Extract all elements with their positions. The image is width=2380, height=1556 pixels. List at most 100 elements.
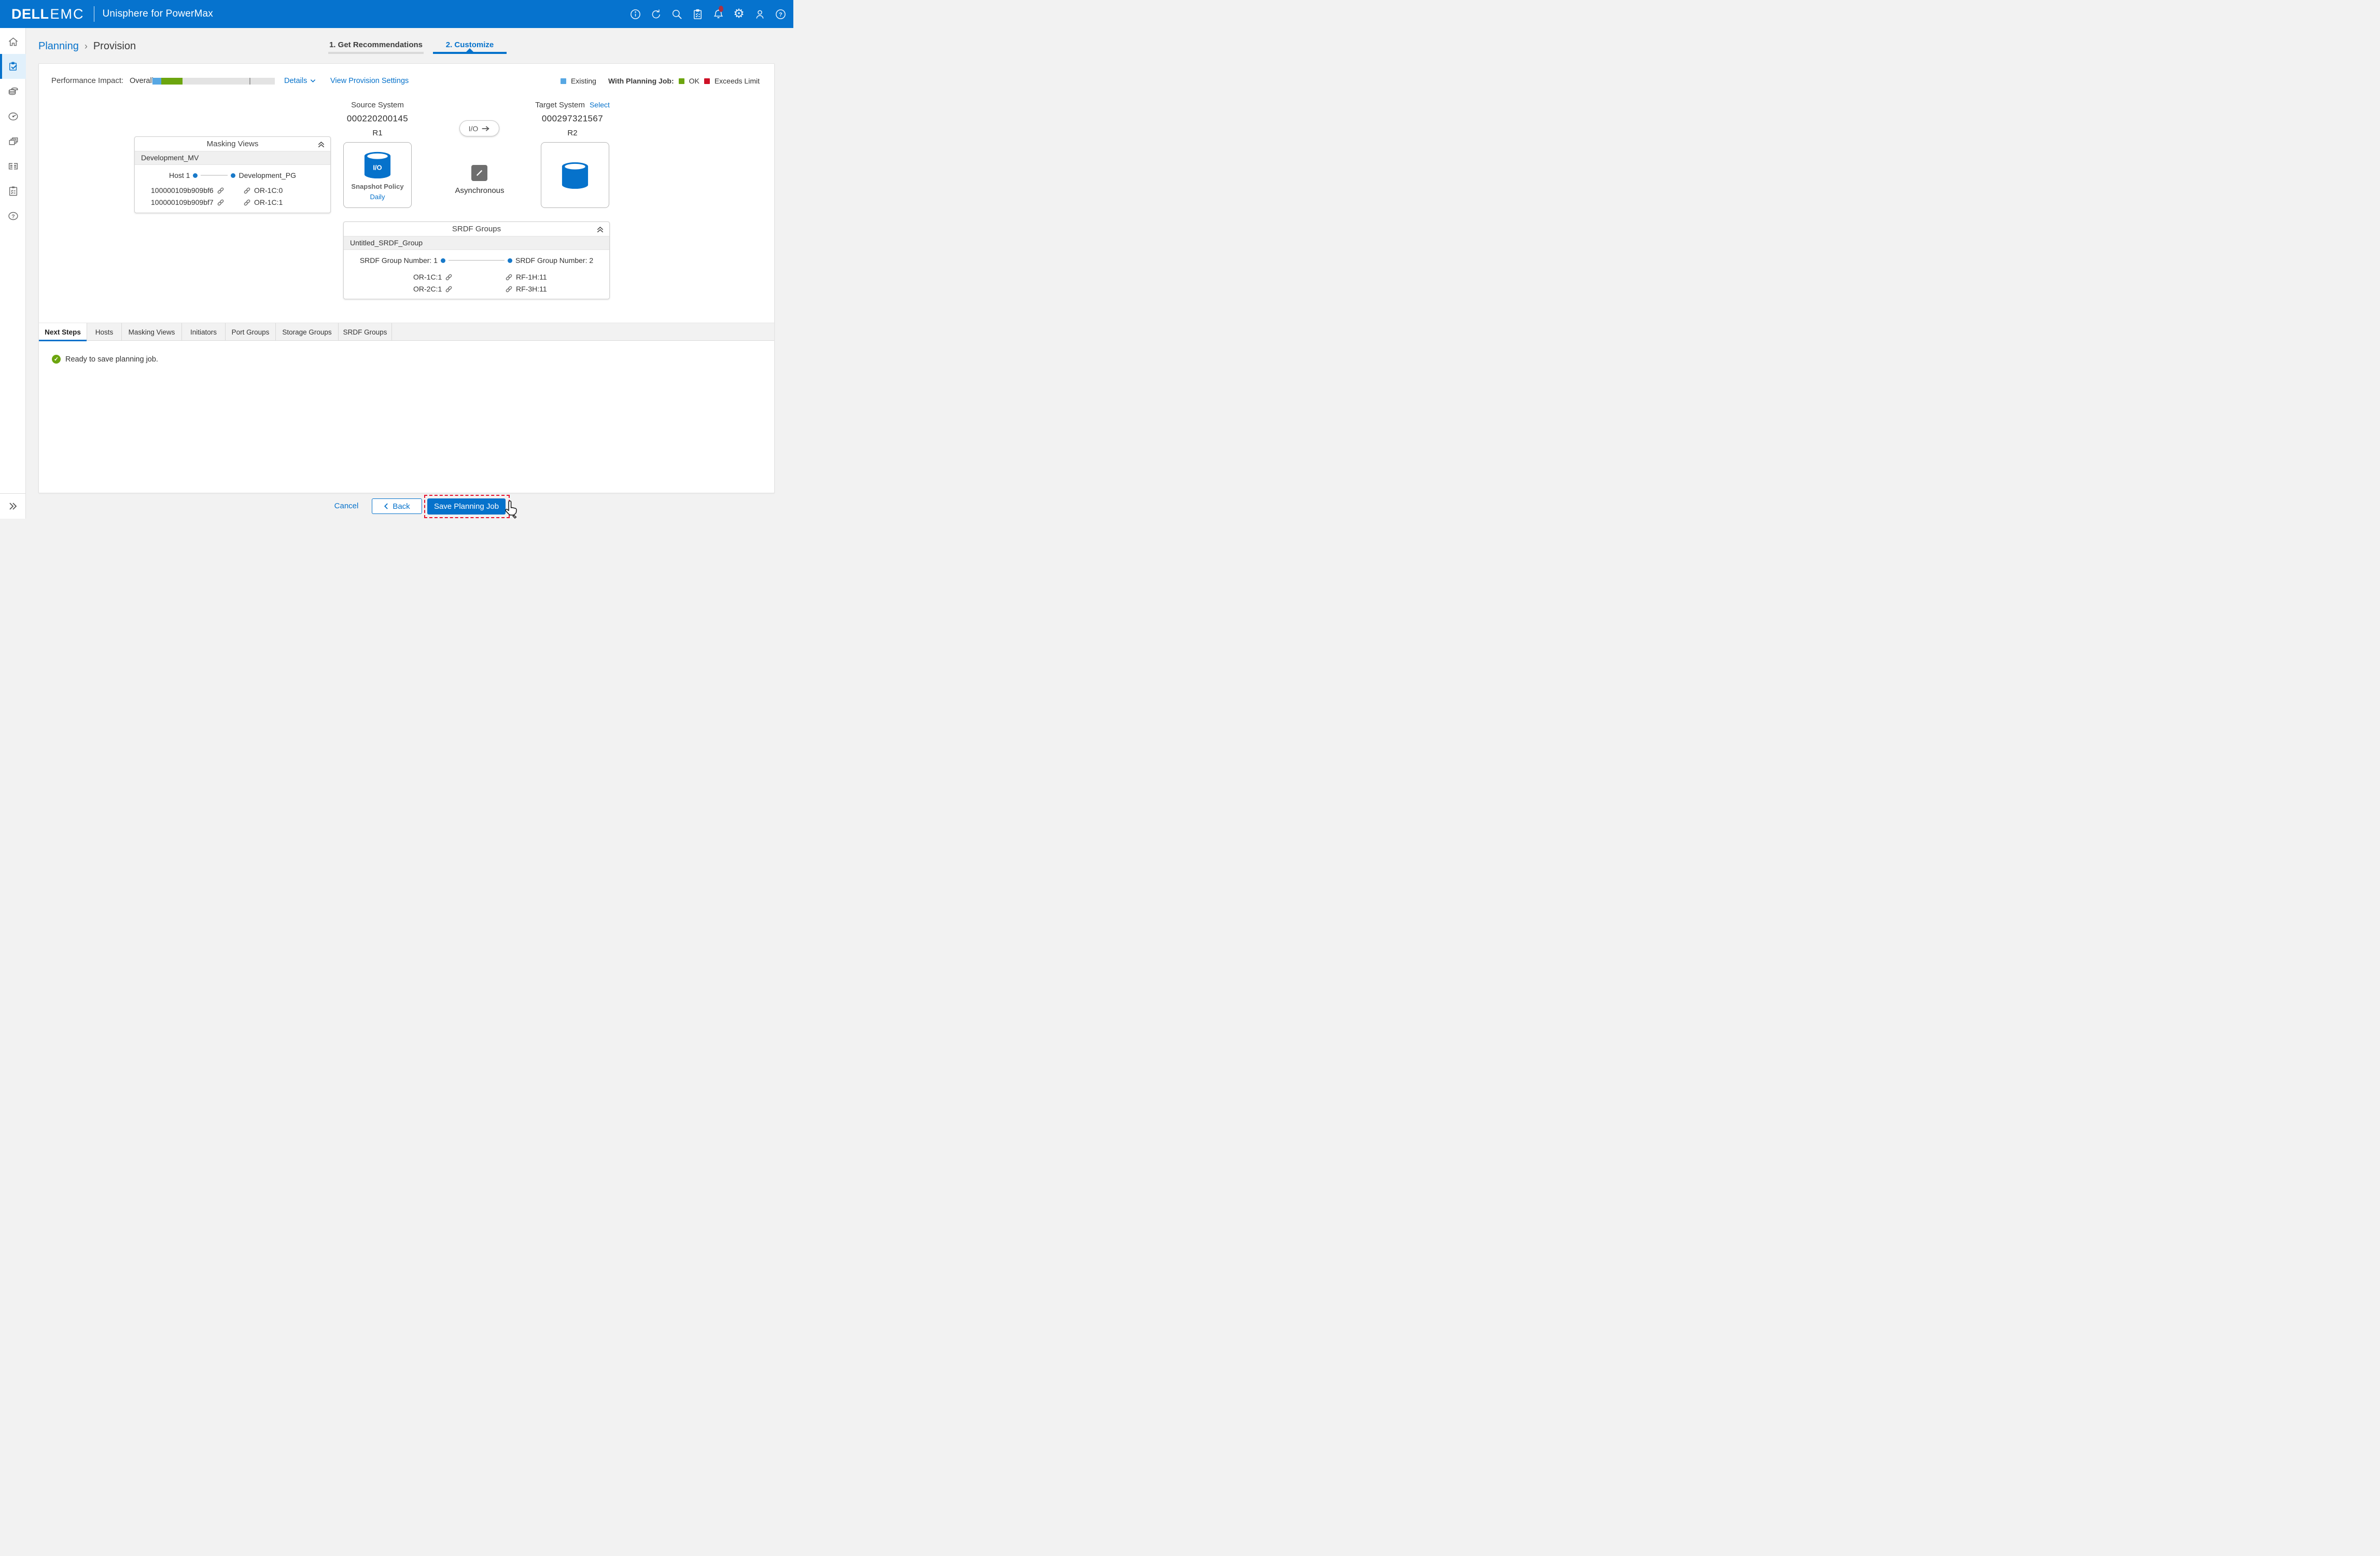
tab-inactive-underline bbox=[328, 52, 424, 54]
link-icon[interactable] bbox=[445, 273, 453, 281]
page-title: Provision bbox=[93, 40, 136, 52]
tab-initiators[interactable]: Initiators bbox=[182, 323, 226, 341]
search-icon[interactable] bbox=[670, 7, 683, 21]
sidebar-item-support[interactable]: ? bbox=[0, 203, 26, 228]
refresh-icon[interactable] bbox=[649, 7, 663, 21]
left-nav-sidebar: ? bbox=[0, 28, 26, 519]
port-group-label: Development_PG bbox=[239, 171, 296, 179]
target-system-header: Target System Select bbox=[507, 101, 638, 109]
status-message: Ready to save planning job. bbox=[65, 355, 158, 364]
srdf-port-row: OR-2C:1 bbox=[413, 285, 453, 293]
save-planning-job-button[interactable]: Save Planning Job bbox=[427, 498, 506, 515]
io-label: I/O bbox=[469, 124, 479, 133]
link-icon[interactable] bbox=[243, 187, 251, 195]
arrow-right-icon bbox=[481, 125, 490, 132]
link-icon[interactable] bbox=[505, 285, 513, 293]
back-button[interactable]: Back bbox=[372, 498, 422, 514]
snapshot-policy-daily-link[interactable]: Daily bbox=[370, 193, 385, 201]
sidebar-item-system[interactable] bbox=[0, 154, 26, 178]
help-icon[interactable]: ? bbox=[774, 7, 787, 21]
bar-existing-segment bbox=[152, 78, 161, 85]
source-system-card[interactable]: I/O Snapshot Policy Daily bbox=[343, 142, 412, 208]
link-icon[interactable] bbox=[217, 187, 225, 195]
legend-existing-label: Existing bbox=[571, 77, 596, 85]
tab-get-recommendations-label: 1. Get Recommendations bbox=[329, 40, 423, 49]
legend-with-planning-job-label: With Planning Job: bbox=[608, 77, 674, 85]
sidebar-item-storage[interactable] bbox=[0, 79, 26, 104]
srdf-groups-header: SRDF Groups bbox=[344, 222, 609, 236]
connector-dot-icon bbox=[441, 258, 445, 263]
srdf-group-row[interactable]: Untitled_SRDF_Group bbox=[344, 236, 609, 250]
link-icon[interactable] bbox=[217, 199, 225, 206]
tab-customize[interactable]: 2. Customize bbox=[433, 40, 507, 54]
impact-legend: Existing With Planning Job: OK Exceeds L… bbox=[561, 77, 760, 85]
sidebar-item-performance[interactable] bbox=[0, 104, 26, 129]
sidebar-item-home[interactable] bbox=[0, 29, 26, 54]
snapshot-policy-label: Snapshot Policy bbox=[351, 183, 403, 190]
detail-tab-bar: Next Steps Hosts Masking Views Initiator… bbox=[39, 323, 774, 341]
performance-impact-bar bbox=[152, 78, 275, 85]
app-header: DELL EMC Unisphere for PowerMax ⚙ ? bbox=[0, 0, 793, 28]
collapse-chevrons-icon[interactable] bbox=[595, 224, 605, 234]
io-direction-button[interactable]: I/O bbox=[459, 120, 499, 136]
target-system-title: Target System bbox=[535, 101, 585, 109]
tab-get-recommendations[interactable]: 1. Get Recommendations bbox=[328, 40, 424, 54]
target-select-link[interactable]: Select bbox=[590, 101, 610, 109]
dell-logo-text: DELL bbox=[11, 6, 49, 22]
emc-logo-text: EMC bbox=[50, 6, 85, 22]
svg-text:?: ? bbox=[779, 11, 782, 18]
masking-views-panel: Masking Views Development_MV Host 1 Deve… bbox=[134, 136, 331, 213]
srdf-local-port: OR-1C:1 bbox=[413, 273, 442, 281]
target-system-id: 000297321567 bbox=[507, 114, 638, 124]
user-icon[interactable] bbox=[753, 7, 766, 21]
tab-label: Initiators bbox=[190, 328, 217, 336]
edit-mode-icon[interactable] bbox=[471, 165, 487, 181]
cancel-button[interactable]: Cancel bbox=[326, 502, 367, 510]
replication-mode-label: Asynchronous bbox=[438, 186, 521, 195]
sidebar-expand-icon[interactable] bbox=[0, 493, 25, 519]
tab-next-steps[interactable]: Next Steps bbox=[39, 323, 87, 341]
sidebar-item-replication[interactable] bbox=[0, 129, 26, 154]
srdf-port-row: RF-1H:11 bbox=[505, 273, 547, 281]
provision-customize-panel: Performance Impact: Overall Details View… bbox=[38, 63, 775, 493]
port-row: OR-1C:1 bbox=[243, 198, 283, 206]
bar-limit-marker bbox=[249, 78, 250, 85]
connector-dot-icon bbox=[508, 258, 512, 263]
srdf-group-1-label: SRDF Group Number: 1 bbox=[360, 256, 438, 265]
tab-active-notch bbox=[466, 48, 473, 52]
sidebar-item-jobs[interactable] bbox=[0, 178, 26, 203]
collapse-chevrons-icon[interactable] bbox=[316, 139, 326, 149]
app-title: Unisphere for PowerMax bbox=[103, 8, 213, 20]
source-volume-cylinder-icon: I/O bbox=[362, 151, 393, 179]
breadcrumb-planning-link[interactable]: Planning bbox=[38, 40, 79, 52]
tab-hosts[interactable]: Hosts bbox=[87, 323, 122, 341]
srdf-groups-panel: SRDF Groups Untitled_SRDF_Group SRDF Gro… bbox=[343, 221, 610, 299]
target-system-card[interactable] bbox=[541, 142, 609, 208]
info-icon[interactable] bbox=[628, 7, 642, 21]
tab-masking-views[interactable]: Masking Views bbox=[122, 323, 182, 341]
tab-srdf-groups[interactable]: SRDF Groups bbox=[339, 323, 392, 341]
details-toggle[interactable]: Details bbox=[284, 77, 316, 85]
legend-existing-swatch bbox=[561, 78, 566, 84]
link-icon[interactable] bbox=[243, 199, 251, 206]
link-icon[interactable] bbox=[505, 273, 513, 281]
srdf-groups-title: SRDF Groups bbox=[452, 225, 501, 233]
tab-storage-groups[interactable]: Storage Groups bbox=[276, 323, 339, 341]
connector-line bbox=[201, 175, 228, 176]
tab-label: Storage Groups bbox=[282, 328, 331, 336]
header-actions: ⚙ ? bbox=[628, 0, 787, 28]
success-check-icon: ✓ bbox=[52, 355, 61, 364]
masking-view-group-row[interactable]: Development_MV bbox=[135, 151, 330, 165]
back-button-label: Back bbox=[393, 502, 410, 511]
sidebar-item-planning[interactable] bbox=[0, 54, 26, 79]
host-label: Host 1 bbox=[169, 171, 190, 179]
tab-port-groups[interactable]: Port Groups bbox=[226, 323, 276, 341]
task-list-icon[interactable] bbox=[691, 7, 704, 21]
alerts-bell-icon[interactable] bbox=[711, 7, 725, 21]
connector-line bbox=[449, 260, 505, 261]
settings-gear-icon[interactable]: ⚙ bbox=[732, 7, 746, 21]
link-icon[interactable] bbox=[445, 285, 453, 293]
target-volume-cylinder-icon bbox=[560, 161, 590, 189]
dell-emc-logo: DELL EMC bbox=[11, 6, 85, 22]
view-provision-settings-link[interactable]: View Provision Settings bbox=[330, 77, 409, 85]
